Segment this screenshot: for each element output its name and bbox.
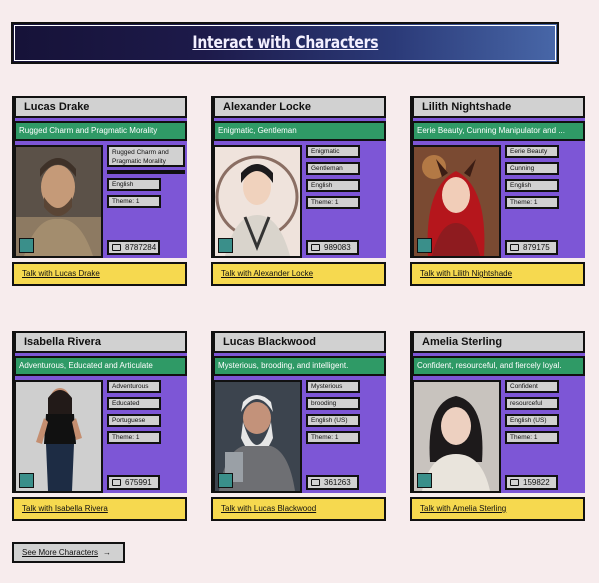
- talk-link[interactable]: Talk with Lucas Blackwood: [211, 497, 386, 521]
- page-title: Interact with Characters: [192, 33, 378, 53]
- tag-badge: Adventurous: [107, 380, 161, 393]
- talk-link[interactable]: Talk with Isabella Rivera: [12, 497, 187, 521]
- character-portrait[interactable]: [213, 145, 302, 258]
- tag-badge: Theme: 1: [306, 431, 360, 444]
- tag-badge: Theme: 1: [306, 196, 360, 209]
- tag-badge: English (US): [505, 414, 559, 427]
- character-portrait[interactable]: [412, 145, 501, 258]
- character-description: Eerie Beauty, Cunning Manipulator and ..…: [412, 121, 585, 141]
- character-description: Mysterious, brooding, and intelligent.: [213, 356, 386, 376]
- tag-badge: English: [306, 179, 360, 192]
- tag-badge: brooding: [306, 397, 360, 410]
- chat-icon: [112, 244, 121, 251]
- character-portrait[interactable]: [14, 380, 103, 493]
- tag-list: Adventurous Educated Portuguese Theme: 1: [107, 380, 187, 448]
- chat-icon: [510, 479, 519, 486]
- character-portrait[interactable]: [412, 380, 501, 493]
- chat-count-value: 8787284: [125, 243, 157, 252]
- tag-list: Confident resourceful English (US) Theme…: [505, 380, 585, 448]
- creator-avatar-icon: [218, 238, 233, 253]
- creator-avatar-icon: [218, 473, 233, 488]
- tag-badge-empty: [107, 170, 185, 174]
- character-card: Amelia Sterling Confident, resourceful, …: [410, 331, 585, 521]
- character-portrait[interactable]: [213, 380, 302, 493]
- arrow-right-icon: →: [103, 548, 112, 557]
- tag-list: Eerie Beauty Cunning English Theme: 1: [505, 145, 585, 213]
- tag-badge: Theme: 1: [505, 196, 559, 209]
- creator-avatar-icon: [417, 473, 432, 488]
- tag-badge: English: [107, 178, 161, 191]
- tag-badge: Rugged Charm and Pragmatic Morality: [107, 145, 185, 167]
- tag-badge: Educated: [107, 397, 161, 410]
- tag-list: Enigmatic Gentleman English Theme: 1: [306, 145, 386, 213]
- character-description: Adventurous, Educated and Articulate: [14, 356, 187, 376]
- tag-badge: Theme: 1: [107, 195, 161, 208]
- chat-icon: [510, 244, 519, 251]
- character-name: Lucas Drake: [14, 96, 187, 118]
- chat-icon: [112, 479, 121, 486]
- creator-avatar-icon: [417, 238, 432, 253]
- character-card: Alexander Locke Enigmatic, Gentleman Eni…: [211, 96, 386, 286]
- character-portrait[interactable]: [14, 145, 103, 258]
- tag-list: Rugged Charm and Pragmatic Morality Engl…: [107, 145, 187, 212]
- chat-count: 361263: [306, 475, 359, 490]
- talk-link[interactable]: Talk with Amelia Sterling: [410, 497, 585, 521]
- character-description: Confident, resourceful, and fiercely loy…: [412, 356, 585, 376]
- tag-badge: English: [505, 179, 559, 192]
- character-card: Lucas Drake Rugged Charm and Pragmatic M…: [12, 96, 187, 286]
- talk-link[interactable]: Talk with Alexander Locke: [211, 262, 386, 286]
- tag-list: Mysterious brooding English (US) Theme: …: [306, 380, 386, 448]
- chat-count-value: 361263: [324, 478, 351, 487]
- tag-badge: Mysterious: [306, 380, 360, 393]
- tag-badge: Theme: 1: [505, 431, 559, 444]
- chat-count-value: 989083: [324, 243, 351, 252]
- chat-count-value: 879175: [523, 243, 550, 252]
- chat-count: 675991: [107, 475, 160, 490]
- chat-count: 989083: [306, 240, 359, 255]
- tag-badge: Gentleman: [306, 162, 360, 175]
- tag-badge: Confident: [505, 380, 559, 393]
- chat-count: 879175: [505, 240, 558, 255]
- tag-badge: Cunning: [505, 162, 559, 175]
- character-card: Isabella Rivera Adventurous, Educated an…: [12, 331, 187, 521]
- creator-avatar-icon: [19, 473, 34, 488]
- character-name: Isabella Rivera: [14, 331, 187, 353]
- chat-count-value: 159822: [523, 478, 550, 487]
- chat-count: 8787284: [107, 240, 160, 255]
- tag-badge: Theme: 1: [107, 431, 161, 444]
- tag-badge: Eerie Beauty: [505, 145, 559, 158]
- character-name: Alexander Locke: [213, 96, 386, 118]
- chat-icon: [311, 244, 320, 251]
- chat-icon: [311, 479, 320, 486]
- page-header: Interact with Characters: [11, 22, 559, 64]
- tag-badge: English (US): [306, 414, 360, 427]
- character-card: Lucas Blackwood Mysterious, brooding, an…: [211, 331, 386, 521]
- tag-badge: Enigmatic: [306, 145, 360, 158]
- see-more-button[interactable]: See More Characters →: [12, 542, 125, 563]
- talk-link[interactable]: Talk with Lucas Drake: [12, 262, 187, 286]
- see-more-label: See More Characters: [22, 548, 99, 557]
- character-name: Lucas Blackwood: [213, 331, 386, 353]
- talk-link[interactable]: Talk with Lilith Nightshade: [410, 262, 585, 286]
- character-description: Enigmatic, Gentleman: [213, 121, 386, 141]
- character-name: Lilith Nightshade: [412, 96, 585, 118]
- character-description: Rugged Charm and Pragmatic Morality: [14, 121, 187, 141]
- tag-badge: Portuguese: [107, 414, 161, 427]
- character-name: Amelia Sterling: [412, 331, 585, 353]
- character-card: Lilith Nightshade Eerie Beauty, Cunning …: [410, 96, 585, 286]
- creator-avatar-icon: [19, 238, 34, 253]
- chat-count-value: 675991: [125, 478, 152, 487]
- chat-count: 159822: [505, 475, 558, 490]
- tag-badge: resourceful: [505, 397, 559, 410]
